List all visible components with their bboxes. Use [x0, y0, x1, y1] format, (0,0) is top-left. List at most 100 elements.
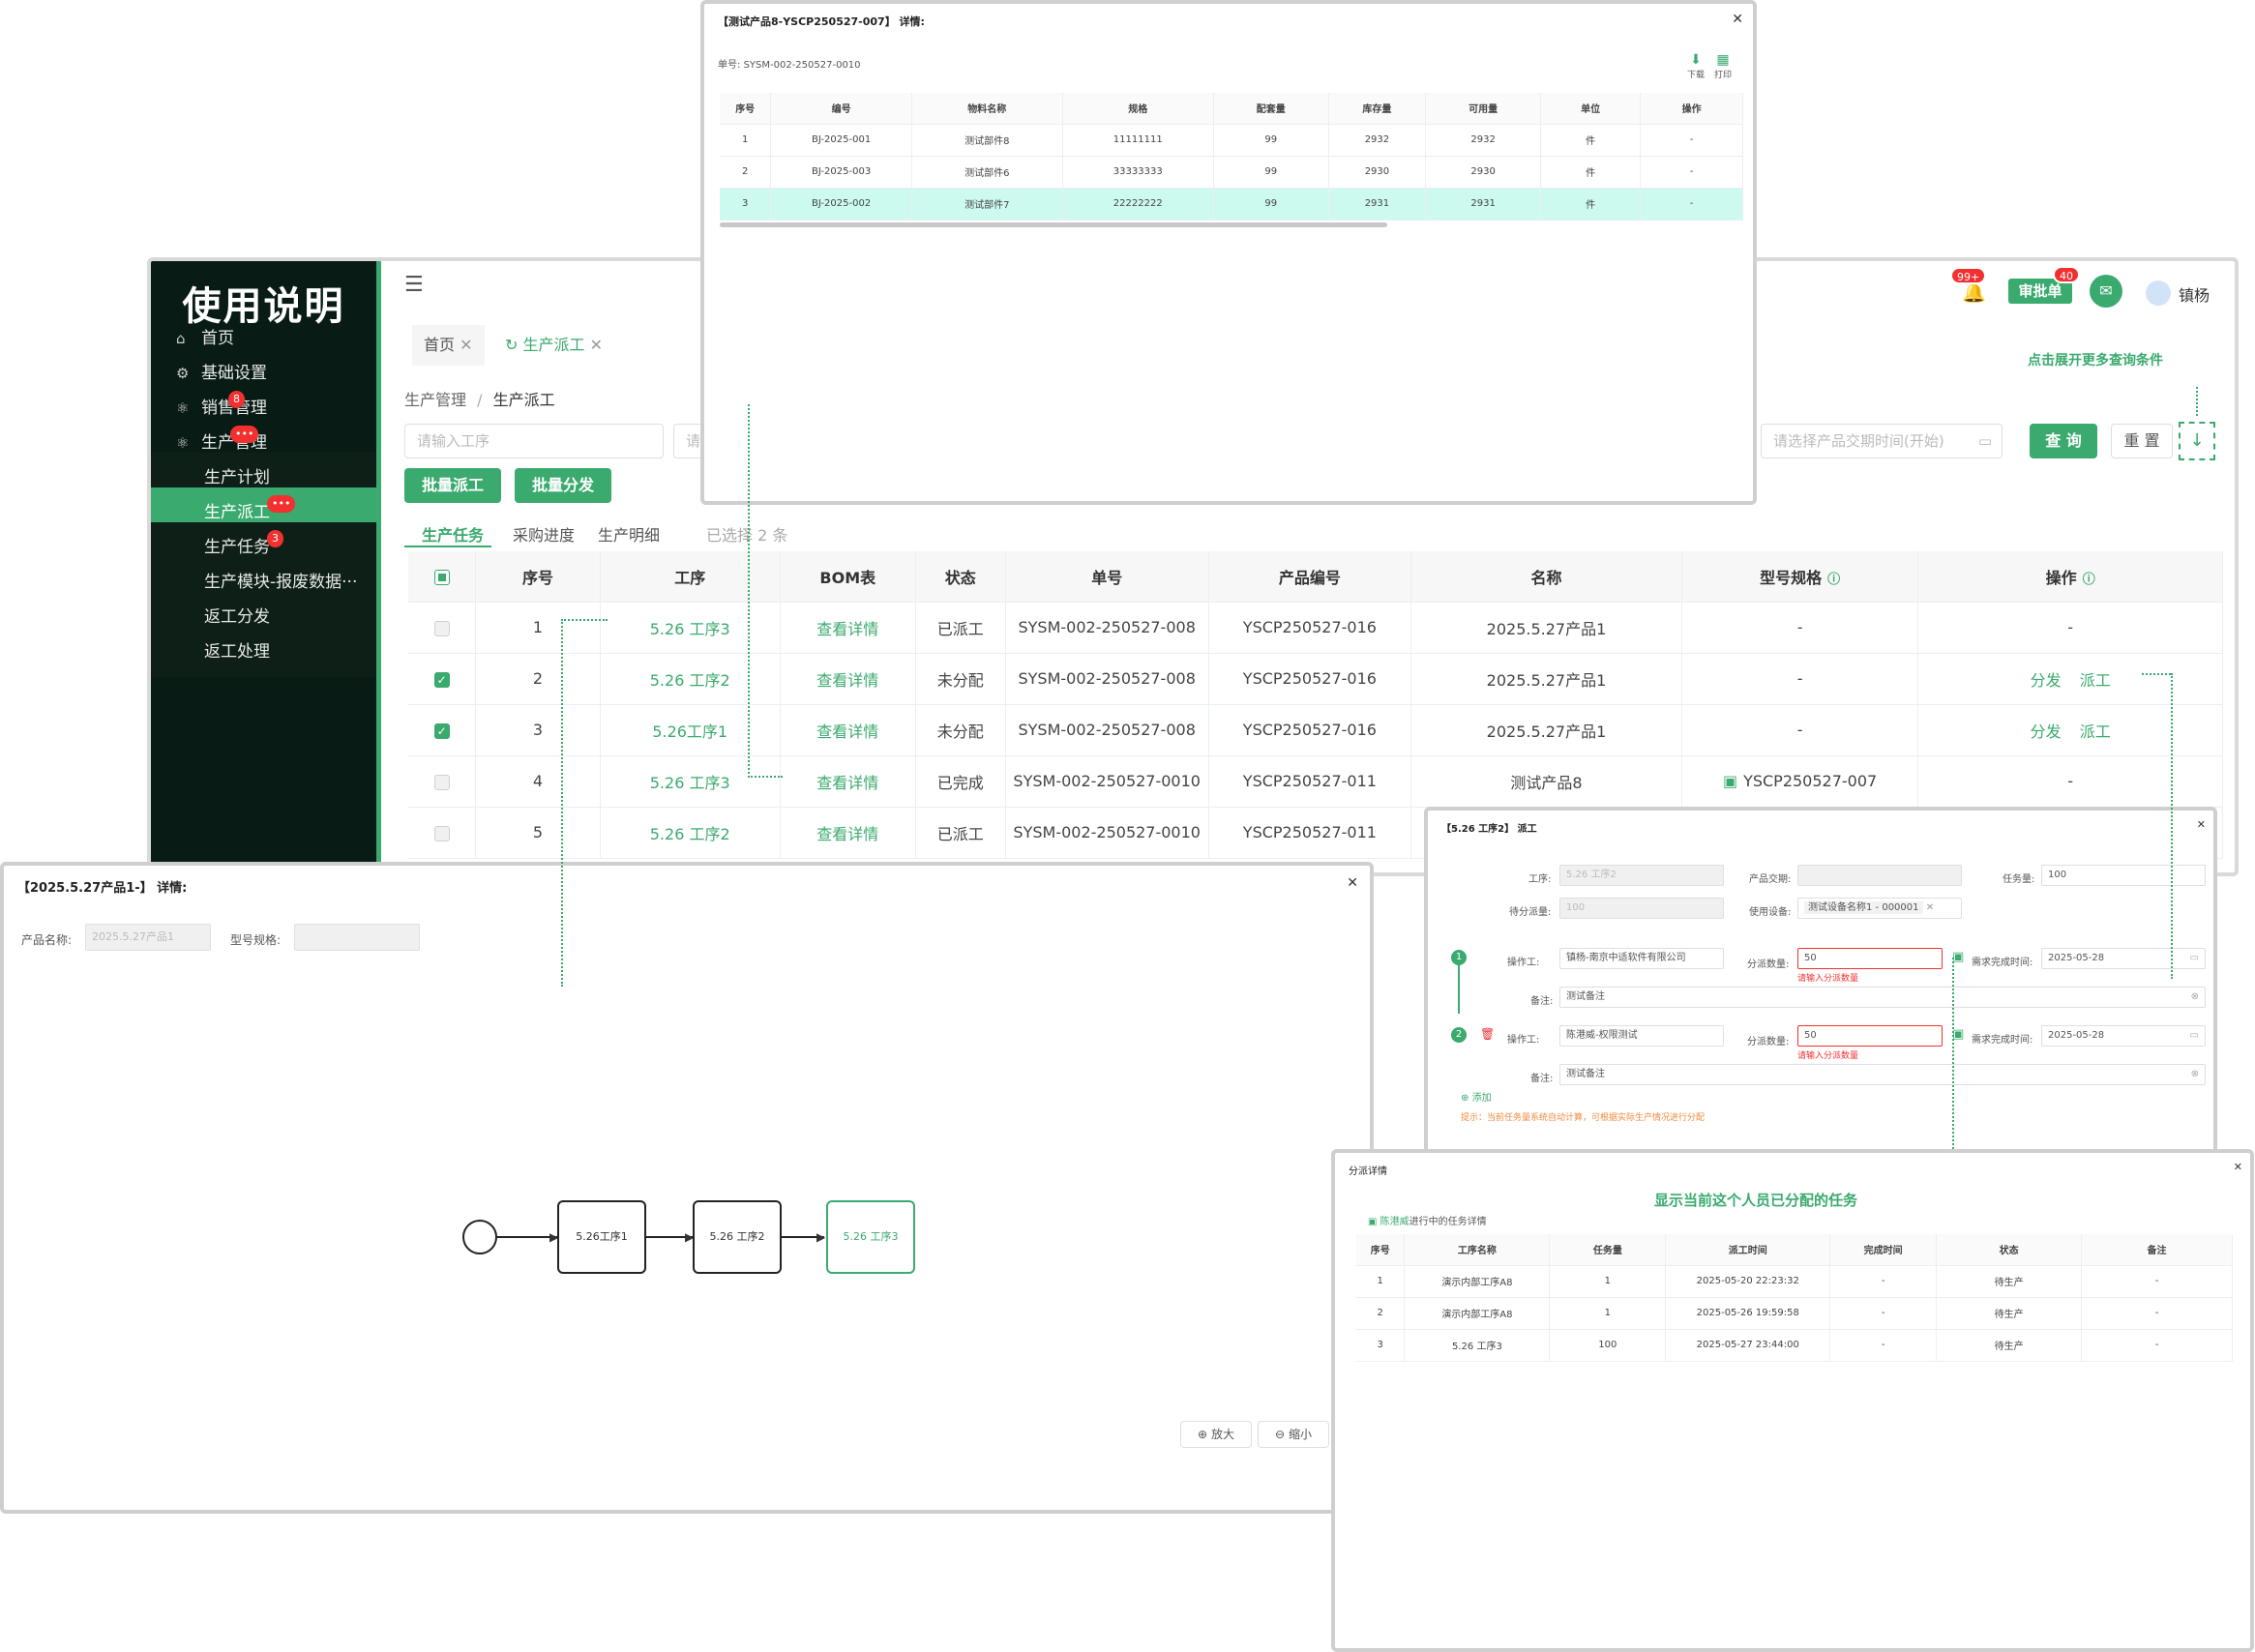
- row-checkbox-cell[interactable]: ✓: [408, 653, 477, 705]
- due-date-field[interactable]: 2025-05-28 ▭: [2041, 1025, 2206, 1047]
- clear-icon[interactable]: ⊗: [2191, 1065, 2199, 1084]
- batch-distribute-button[interactable]: 批量分发: [515, 468, 611, 503]
- bom-detail-link-cell[interactable]: 查看详情: [780, 602, 916, 654]
- process-link-cell[interactable]: 5.26 工序3: [600, 602, 781, 654]
- task-qty-field[interactable]: 100: [2041, 865, 2206, 886]
- process-link-cell[interactable]: 5.26工序1: [600, 704, 781, 756]
- select-all-cell[interactable]: [408, 551, 477, 603]
- operator-field[interactable]: 镇杨-南京中适软件有限公司: [1559, 948, 1724, 969]
- arrow-down-icon: ↓: [2189, 430, 2205, 451]
- row-checkbox[interactable]: [433, 825, 450, 841]
- subtab-purchase-progress[interactable]: 采购进度: [513, 522, 575, 546]
- subtab-production-detail[interactable]: 生产明细: [598, 522, 660, 546]
- flow-node-3[interactable]: 5.26 工序3: [826, 1200, 915, 1274]
- collapse-menu-icon[interactable]: ☰: [404, 273, 424, 297]
- bom-detail-link[interactable]: 查看详情: [816, 774, 878, 792]
- process-link-cell[interactable]: 5.26 工序2: [600, 653, 781, 705]
- close-icon[interactable]: ✕: [2234, 1161, 2242, 1173]
- qty-field[interactable]: 50: [1797, 948, 1943, 969]
- table-row[interactable]: 1 BJ-2025-001 测试部件8 11111111 99 2932 2932 件 -: [720, 124, 1743, 157]
- dispatch-link[interactable]: 派工: [2080, 723, 2111, 741]
- table-row[interactable]: 3 BJ-2025-002 测试部件7 22222222 99 2931 2931 件 -: [720, 188, 1743, 221]
- table-row[interactable]: 3 5.26 工序3 100 2025-05-27 23:44:00- 待生产 -: [1356, 1329, 2233, 1362]
- process-link[interactable]: 5.26工序1: [652, 723, 727, 741]
- close-icon[interactable]: ✕: [1732, 12, 1743, 27]
- process-flow-dialog: 【2025.5.27产品1-】 详情: ✕ 产品名称: 2025.5.27产品1…: [0, 862, 1374, 1514]
- row-checkbox[interactable]: [433, 774, 450, 790]
- delete-icon[interactable]: 🗑: [1480, 1027, 1495, 1041]
- mail-icon[interactable]: ✉: [2090, 275, 2122, 308]
- tag-close-icon[interactable]: ✕: [1926, 902, 1934, 913]
- distribute-link[interactable]: -: [2067, 618, 2073, 636]
- sidebar-subitem[interactable]: 返工处理: [151, 627, 376, 677]
- column-header: 状态: [1936, 1234, 2083, 1266]
- distribute-link[interactable]: 分发: [2031, 671, 2062, 690]
- operator-field[interactable]: 陈港威-权限测试: [1559, 1025, 1724, 1047]
- user-name[interactable]: 镇杨: [2179, 282, 2210, 306]
- table-row[interactable]: ✓ 2 5.26 工序2 查看详情 未分配 SYSM-002-250527-008 YSCP…: [408, 653, 2223, 705]
- zoom-out-button[interactable]: ⊖ 缩小: [1258, 1421, 1329, 1448]
- avatar[interactable]: [2146, 280, 2171, 306]
- expand-filters-button[interactable]: ↓: [2179, 422, 2215, 460]
- device-select[interactable]: 测试设备名称1 - 000001 ✕: [1797, 898, 1962, 919]
- subtab-production-task[interactable]: 生产任务: [422, 522, 484, 546]
- bom-detail-link-cell[interactable]: 查看详情: [780, 653, 916, 705]
- remark-field[interactable]: 测试备注 ⊗: [1559, 1064, 2206, 1085]
- select-all-checkbox[interactable]: [433, 569, 450, 585]
- distribute-link[interactable]: -: [2067, 772, 2073, 790]
- row-checkbox-cell[interactable]: ✓: [408, 704, 477, 756]
- bom-detail-link[interactable]: 查看详情: [816, 620, 878, 638]
- process-input[interactable]: 请输入工序: [404, 424, 664, 458]
- flow-node-1[interactable]: 5.26工序1: [557, 1200, 646, 1274]
- distribute-link[interactable]: 分发: [2031, 723, 2062, 741]
- table-row[interactable]: 1 演示内部工序A8 1 2025-05-20 22:23:32- 待生产 -: [1356, 1265, 2233, 1298]
- row-checkbox-cell[interactable]: [408, 807, 477, 859]
- clear-icon[interactable]: ⊗: [2191, 988, 2199, 1007]
- table-row[interactable]: 4 5.26 工序3 查看详情 已完成 SYSM-002-250527-0010 YSCP…: [408, 755, 2223, 808]
- reset-button[interactable]: 重 置: [2111, 424, 2173, 458]
- breadcrumb-root[interactable]: 生产管理: [404, 391, 466, 409]
- zoom-in-button[interactable]: ⊕ 放大: [1180, 1421, 1252, 1448]
- row-checkbox-cell[interactable]: [408, 602, 477, 654]
- bom-detail-link[interactable]: 查看详情: [816, 671, 878, 690]
- download-button[interactable]: ⬇ 下载: [1687, 52, 1705, 80]
- tab-dispatch[interactable]: ↻ 生产派工 ✕: [493, 325, 615, 366]
- bom-detail-link-cell[interactable]: 查看详情: [780, 704, 916, 756]
- row-checkbox-cell[interactable]: [408, 755, 477, 808]
- qty-field[interactable]: 50: [1797, 1025, 1943, 1047]
- process-link[interactable]: 5.26 工序2: [650, 825, 730, 843]
- close-icon[interactable]: ✕: [2197, 818, 2206, 831]
- horizontal-scrollbar[interactable]: [720, 222, 1387, 227]
- close-icon[interactable]: ✕: [590, 336, 603, 354]
- add-entry-button[interactable]: ⊕ 添加: [1461, 1089, 1492, 1104]
- table-row[interactable]: ✓ 3 5.26工序1 查看详情 未分配 SYSM-002-250527-008 YSCP2…: [408, 704, 2223, 756]
- table-row[interactable]: 1 5.26 工序3 查看详情 已派工 SYSM-002-250527-008 YSCP2…: [408, 602, 2223, 654]
- close-icon[interactable]: ✕: [460, 336, 472, 354]
- process-link-cell[interactable]: 5.26 工序3: [600, 755, 781, 808]
- bom-detail-link[interactable]: 查看详情: [816, 825, 878, 843]
- close-icon[interactable]: ✕: [1347, 875, 1358, 891]
- table-row[interactable]: 2 演示内部工序A8 1 2025-05-26 19:59:58- 待生产 -: [1356, 1297, 2233, 1330]
- bom-detail-link-cell[interactable]: 查看详情: [780, 755, 916, 808]
- bell-button[interactable]: 🔔 99+: [1950, 267, 1987, 306]
- date-start-input[interactable]: 请选择产品交期时间(开始) ▭: [1761, 424, 2003, 458]
- table-row[interactable]: 2 BJ-2025-003 测试部件6 33333333 99 2930 2930 件 -: [720, 156, 1743, 189]
- remark-field[interactable]: 测试备注 ⊗: [1559, 987, 2206, 1008]
- flow-node-2[interactable]: 5.26 工序2: [693, 1200, 782, 1274]
- query-button[interactable]: 查 询: [2030, 424, 2097, 458]
- bom-detail-link-cell[interactable]: 查看详情: [780, 807, 916, 859]
- tab-home[interactable]: 首页 ✕: [412, 325, 485, 366]
- process-link[interactable]: 5.26 工序3: [650, 620, 730, 638]
- bom-detail-link[interactable]: 查看详情: [816, 723, 878, 741]
- batch-dispatch-button[interactable]: 批量派工: [404, 468, 501, 503]
- row-checkbox[interactable]: ✓: [433, 671, 450, 688]
- process-link-cell[interactable]: 5.26 工序2: [600, 807, 781, 859]
- row-checkbox[interactable]: ✓: [433, 723, 450, 739]
- process-link[interactable]: 5.26 工序2: [650, 671, 730, 690]
- person-suffix: 进行中的任务详情: [1409, 1217, 1487, 1227]
- process-link[interactable]: 5.26 工序3: [650, 774, 730, 792]
- dispatch-link[interactable]: 派工: [2080, 671, 2111, 690]
- row-checkbox[interactable]: [433, 620, 450, 636]
- due-date-field[interactable]: 2025-05-28 ▭: [2041, 948, 2206, 969]
- print-button[interactable]: ▦ 打印: [1714, 52, 1732, 80]
